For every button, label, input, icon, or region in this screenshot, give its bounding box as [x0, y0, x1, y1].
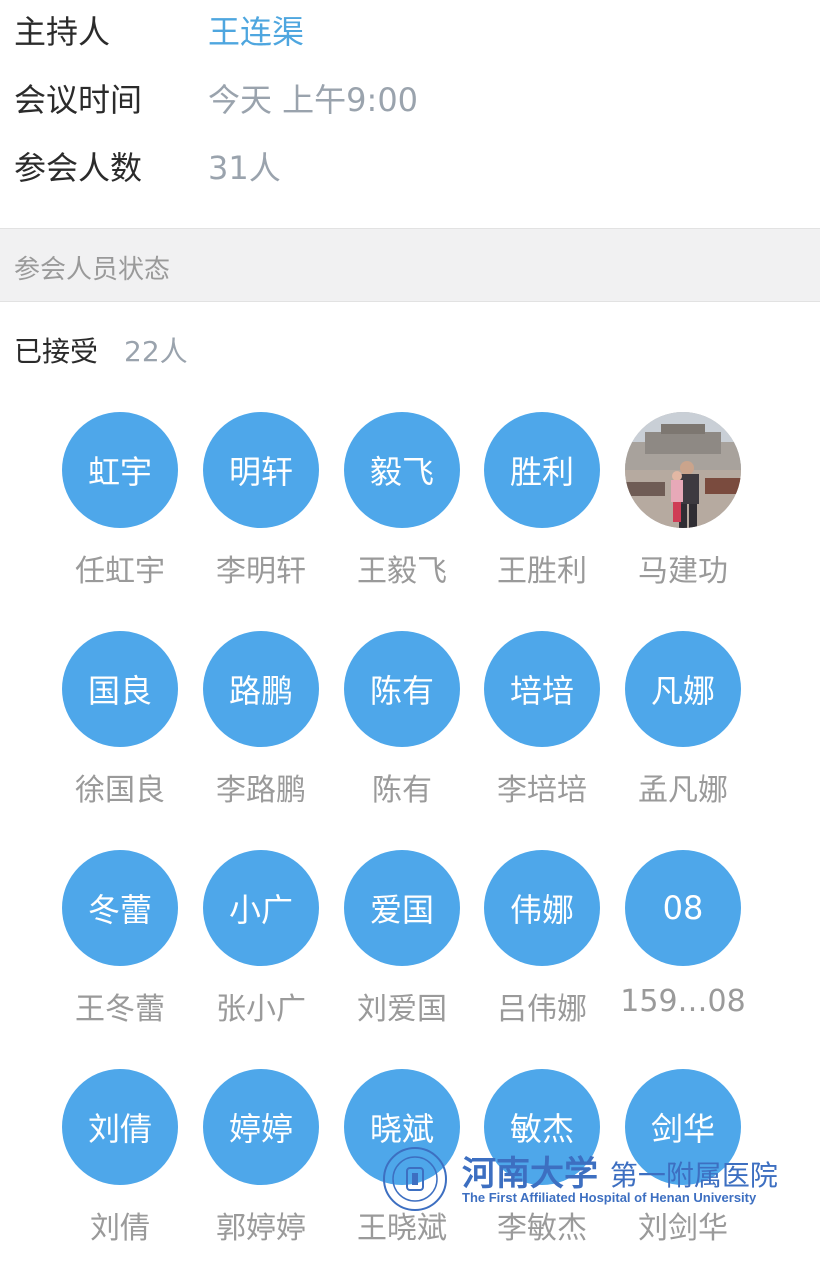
member-name: 王胜利: [497, 554, 587, 589]
member-name: 159…08: [620, 984, 746, 1019]
attendee-count-value: 31人: [208, 149, 281, 187]
section-title: 参会人员状态: [14, 255, 171, 285]
member-avatar[interactable]: 陈有: [344, 631, 460, 747]
attendee-count-label: 参会人数: [14, 149, 143, 187]
host-label: 主持人: [14, 13, 111, 51]
attendee-count-row: 参会人数 31人: [14, 144, 281, 188]
member-item[interactable]: 婷婷 郭婷婷: [191, 1069, 331, 1269]
member-name: 马建功: [638, 554, 728, 589]
member-name: 刘倩: [90, 1211, 150, 1246]
host-value[interactable]: 王连渠: [208, 7, 304, 53]
meeting-time-row: 会议时间 今天 上午9:00: [14, 76, 418, 120]
member-item[interactable]: 小广 张小广: [191, 850, 331, 1050]
hospital-seal-icon: [383, 1147, 447, 1211]
member-avatar[interactable]: 国良: [62, 631, 178, 747]
member-name: 吕伟娜: [497, 992, 587, 1027]
member-name: 李明轩: [216, 554, 306, 589]
member-item[interactable]: 胜利 王胜利: [472, 412, 612, 612]
watermark-university: 河南大学: [462, 1154, 598, 1194]
watermark-hospital: 第一附属医院: [609, 1159, 778, 1192]
member-avatar[interactable]: 刘倩: [62, 1069, 178, 1185]
member-name: 徐国良: [75, 773, 165, 808]
member-item[interactable]: 爱国 刘爱国: [332, 850, 472, 1050]
member-item[interactable]: 冬蕾 王冬蕾: [50, 850, 190, 1050]
member-avatar[interactable]: 08: [625, 850, 741, 966]
member-item[interactable]: 明轩 李明轩: [191, 412, 331, 612]
photo-image: [625, 412, 741, 528]
member-item[interactable]: 08 159…08: [613, 850, 753, 1050]
member-avatar[interactable]: 胜利: [484, 412, 600, 528]
accepted-summary: 已接受 22人: [14, 330, 188, 370]
member-avatar[interactable]: 明轩: [203, 412, 319, 528]
member-name: 刘爱国: [357, 992, 447, 1027]
member-item[interactable]: 刘倩 刘倩: [50, 1069, 190, 1269]
member-name: 任虹宇: [75, 554, 165, 589]
accepted-count: 22人: [124, 335, 188, 368]
member-avatar[interactable]: 小广: [203, 850, 319, 966]
host-row: 主持人 王连渠: [14, 8, 304, 52]
member-name: 张小广: [216, 992, 306, 1027]
member-avatar[interactable]: 爱国: [344, 850, 460, 966]
watermark-chinese-name: 河南大学 第一附属医院: [462, 1146, 778, 1195]
member-item[interactable]: 毅飞 王毅飞: [332, 412, 472, 612]
member-item[interactable]: 凡娜 孟凡娜: [613, 631, 753, 831]
member-name: 李路鹏: [216, 773, 306, 808]
member-avatar[interactable]: 虹宇: [62, 412, 178, 528]
member-name: 王冬蕾: [75, 992, 165, 1027]
member-avatar[interactable]: 伟娜: [484, 850, 600, 966]
attendee-status-header: 参会人员状态: [0, 228, 820, 302]
meeting-time-label: 会议时间: [14, 81, 143, 119]
member-name: 郭婷婷: [216, 1211, 306, 1246]
member-item[interactable]: 培培 李培培: [472, 631, 612, 831]
member-item[interactable]: 陈有 陈有: [332, 631, 472, 831]
watermark-english-name: The First Affiliated Hospital of Henan U…: [462, 1190, 757, 1205]
member-item[interactable]: 马建功: [613, 412, 753, 612]
accepted-label: 已接受: [14, 335, 99, 368]
member-avatar[interactable]: 路鹏: [203, 631, 319, 747]
member-avatar[interactable]: 培培: [484, 631, 600, 747]
member-avatar[interactable]: 毅飞: [344, 412, 460, 528]
member-item[interactable]: 虹宇 任虹宇: [50, 412, 190, 612]
member-name: 孟凡娜: [638, 773, 728, 808]
member-item[interactable]: 伟娜 吕伟娜: [472, 850, 612, 1050]
member-item[interactable]: 路鹏 李路鹏: [191, 631, 331, 831]
member-name: 王毅飞: [357, 554, 447, 589]
member-photo-avatar[interactable]: [625, 412, 741, 528]
member-name: 李培培: [497, 773, 587, 808]
member-avatar[interactable]: 婷婷: [203, 1069, 319, 1185]
member-name: 陈有: [372, 773, 432, 808]
meeting-time-value: 今天 上午9:00: [208, 81, 419, 119]
member-avatar[interactable]: 凡娜: [625, 631, 741, 747]
hospital-watermark: 河南大学 第一附属医院 The First Affiliated Hospita…: [380, 1144, 820, 1218]
member-avatar[interactable]: 冬蕾: [62, 850, 178, 966]
member-item[interactable]: 国良 徐国良: [50, 631, 190, 831]
